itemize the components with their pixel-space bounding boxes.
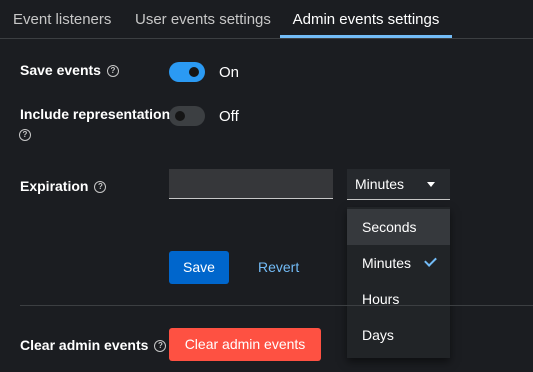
admin-events-panel: Save events? On Include representation ?… xyxy=(0,39,533,372)
tab-user-events-settings[interactable]: User events settings xyxy=(135,0,271,37)
clear-admin-events-label-text: Clear admin events xyxy=(20,337,149,353)
include-representation-state: Off xyxy=(219,108,239,125)
revert-button[interactable]: Revert xyxy=(258,251,299,284)
menu-item-seconds[interactable]: Seconds xyxy=(347,209,450,245)
save-button[interactable]: Save xyxy=(169,251,229,284)
menu-item-days[interactable]: Days xyxy=(347,317,450,353)
expiration-unit-value: Minutes xyxy=(355,176,405,192)
check-icon xyxy=(424,254,437,267)
menu-item-minutes-label: Minutes xyxy=(362,255,412,271)
tab-event-listeners[interactable]: Event listeners xyxy=(13,0,111,37)
help-icon[interactable]: ? xyxy=(106,65,119,78)
help-icon[interactable]: ? xyxy=(19,129,31,141)
include-representation-toggle[interactable] xyxy=(169,106,205,126)
menu-item-hours[interactable]: Hours xyxy=(347,281,450,317)
help-icon[interactable]: ? xyxy=(94,181,107,194)
toggle-knob xyxy=(189,67,199,77)
expiration-label-text: Expiration xyxy=(20,178,89,194)
unit-dropdown-menu: Seconds Minutes Hours Days xyxy=(347,207,450,358)
save-events-state: On xyxy=(219,64,240,81)
expiration-input[interactable] xyxy=(169,169,333,199)
save-events-label-text: Save events xyxy=(20,62,101,78)
clear-admin-events-button[interactable]: Clear admin events xyxy=(169,328,321,361)
expiration-unit-select[interactable]: Minutes xyxy=(347,169,450,200)
help-icon[interactable]: ? xyxy=(154,340,167,353)
toggle-knob xyxy=(175,111,185,121)
tab-bar: Event listeners User events settings Adm… xyxy=(0,0,533,39)
include-representation-label-text: Include representation xyxy=(20,106,171,122)
save-events-label: Save events? xyxy=(20,62,119,78)
caret-down-icon xyxy=(427,182,435,187)
save-events-toggle[interactable] xyxy=(169,62,205,82)
include-representation-label: Include representation xyxy=(20,106,170,122)
menu-item-minutes[interactable]: Minutes xyxy=(347,245,450,281)
expiration-label: Expiration? xyxy=(20,178,107,194)
divider xyxy=(20,305,533,306)
tab-admin-events-settings[interactable]: Admin events settings xyxy=(280,0,452,38)
clear-admin-events-label: Clear admin events? xyxy=(20,337,167,353)
